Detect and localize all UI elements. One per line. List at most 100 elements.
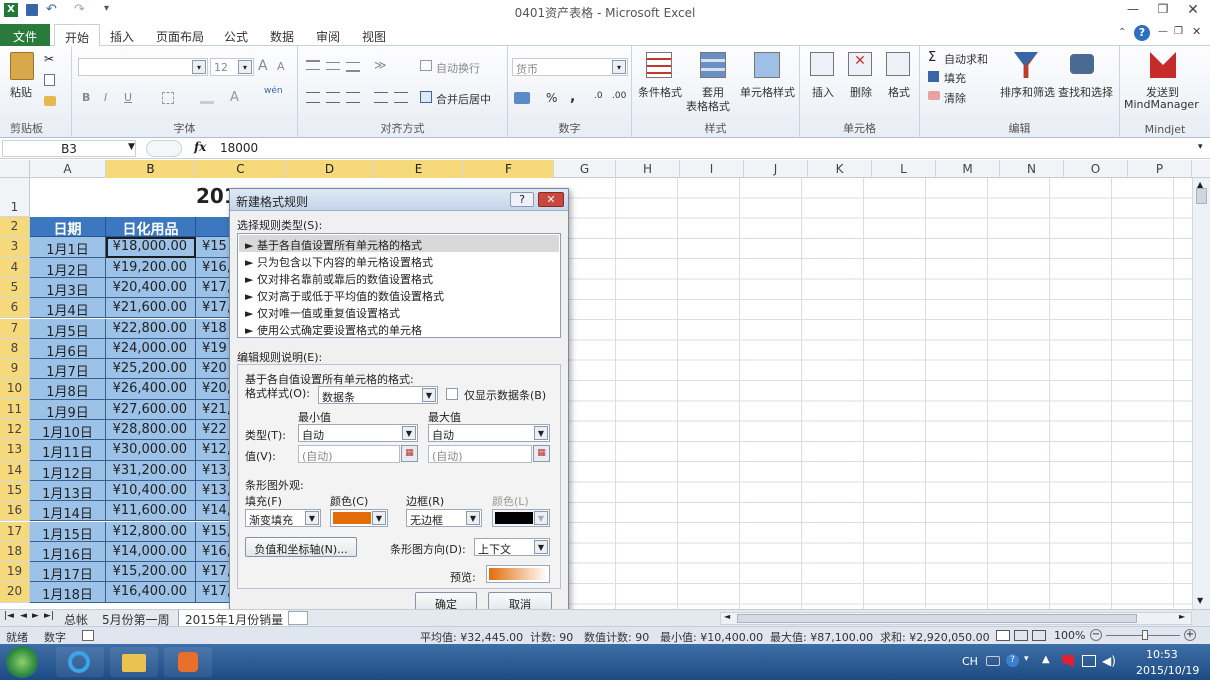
zoom-slider-thumb[interactable]	[1142, 630, 1148, 640]
row-header[interactable]: 2	[0, 217, 30, 238]
date-cell[interactable]: 1月1日	[30, 237, 106, 258]
shrink-font-button[interactable]: A	[277, 60, 285, 73]
percent-button[interactable]: %	[546, 91, 557, 105]
conditional-formatting-icon[interactable]	[646, 52, 672, 78]
formula-bar-expand-icon[interactable]	[146, 140, 182, 157]
date-cell[interactable]: 1月16日	[30, 541, 106, 563]
tab-view[interactable]: 视图	[352, 24, 396, 46]
date-cell[interactable]: 1月13日	[30, 480, 106, 502]
row-header[interactable]: 8	[0, 338, 30, 360]
rule-type-list[interactable]: ► 基于各自值设置所有单元格的格式 ► 只为包含以下内容的单元格设置格式 ► 仅…	[237, 233, 561, 338]
decrease-decimal-icon[interactable]: .00	[612, 91, 626, 101]
max-type-select[interactable]: 自动 ▼	[428, 424, 550, 442]
align-bottom-icon[interactable]	[346, 62, 360, 72]
row-header[interactable]: 17	[0, 521, 30, 542]
tab-data[interactable]: 数据	[260, 24, 304, 46]
tab-review[interactable]: 审阅	[306, 24, 350, 46]
font-name-combo[interactable]: ▾	[78, 58, 208, 76]
sheet-tab[interactable]: 总帐	[58, 610, 94, 627]
amount-cell[interactable]: ¥27,600.00	[106, 399, 196, 420]
ie-taskbar-icon[interactable]	[56, 647, 104, 677]
tab-home[interactable]: 开始	[54, 24, 101, 46]
tab-insert[interactable]: 插入	[100, 24, 144, 46]
date-cell[interactable]: 1月12日	[30, 460, 106, 482]
workbook-minimize-icon[interactable]: —	[1158, 26, 1168, 37]
row-header[interactable]: 7	[0, 318, 30, 339]
bar-only-label[interactable]: 仅显示数据条(B)	[464, 387, 546, 403]
bar-only-checkbox[interactable]	[446, 388, 458, 400]
increase-decimal-icon[interactable]: .0	[594, 91, 603, 101]
name-box[interactable]: B3	[2, 140, 136, 157]
help-icon[interactable]: ?	[1134, 25, 1150, 41]
cell-picker-icon[interactable]: ▦	[533, 445, 550, 462]
row-header[interactable]: 15	[0, 480, 30, 502]
conditional-formatting-button[interactable]: 条件格式	[638, 84, 682, 100]
row-header[interactable]: 1	[0, 178, 30, 217]
network-icon[interactable]	[1082, 655, 1096, 667]
zoom-slider[interactable]	[1106, 630, 1180, 640]
row-header[interactable]: 10	[0, 379, 30, 400]
next-sheet-icon[interactable]: ►	[32, 611, 39, 621]
align-center-icon[interactable]	[326, 92, 340, 103]
insert-cells-icon[interactable]	[810, 52, 834, 76]
date-cell[interactable]: 1月10日	[30, 420, 106, 441]
paste-icon[interactable]	[10, 52, 34, 80]
find-select-icon[interactable]	[1070, 54, 1094, 74]
amount-cell[interactable]: ¥12,800.00	[106, 521, 196, 542]
row-header[interactable]: 6	[0, 298, 30, 319]
row-header[interactable]: 9	[0, 359, 30, 380]
column-header[interactable]: C	[196, 160, 286, 178]
date-cell[interactable]: 1月15日	[30, 521, 106, 543]
ime-options-icon[interactable]: ▾	[1024, 654, 1029, 664]
select-all-corner[interactable]	[0, 160, 30, 178]
date-cell[interactable]: 1月7日	[30, 359, 106, 380]
cell-styles-button[interactable]: 单元格样式	[740, 84, 795, 100]
row-header[interactable]: 11	[0, 399, 30, 420]
number-format-combo[interactable]: 货币 ▾	[512, 58, 628, 76]
clear-button[interactable]: 清除	[944, 90, 966, 106]
normal-view-icon[interactable]	[996, 630, 1010, 641]
amount-cell[interactable]: ¥14,000.00	[106, 541, 196, 563]
tab-file[interactable]: 文件	[0, 24, 50, 46]
column-header[interactable]: N	[1000, 160, 1064, 178]
amount-cell[interactable]: ¥22,800.00	[106, 318, 196, 339]
amount-cell[interactable]: ¥10,400.00	[106, 480, 196, 502]
first-sheet-icon[interactable]: |◄	[4, 611, 14, 621]
scroll-thumb[interactable]	[1196, 188, 1207, 204]
date-cell[interactable]: 1月3日	[30, 277, 106, 299]
cut-icon[interactable]: ✂	[44, 52, 54, 66]
column-header[interactable]: H	[616, 160, 680, 178]
worksheet-grid[interactable]: 1 201 2 日期 日化用品 3 1月1日 ¥18,000.00 ¥15 4 1月2日 ¥…	[0, 178, 1192, 609]
format-cells-icon[interactable]	[886, 52, 910, 76]
amount-cell[interactable]: ¥19,200.00	[106, 257, 196, 278]
column-header[interactable]: M	[936, 160, 1000, 178]
border-type-select[interactable]: 无边框 ▼	[406, 509, 482, 527]
row-header[interactable]: 14	[0, 460, 30, 481]
cell-styles-icon[interactable]	[754, 52, 780, 78]
amount-cell[interactable]: ¥26,400.00	[106, 379, 196, 400]
last-sheet-icon[interactable]: ►|	[44, 611, 54, 621]
keyboard-icon[interactable]	[986, 656, 1000, 666]
show-hidden-icons-icon[interactable]: ▲	[1042, 654, 1050, 665]
cell-picker-icon[interactable]: ▦	[401, 445, 418, 462]
column-header[interactable]: B	[106, 160, 196, 178]
fill-type-select[interactable]: 渐变填充 ▼	[245, 509, 321, 527]
dialog-help-button[interactable]: ?	[510, 192, 534, 207]
zoom-level[interactable]: 100%	[1054, 629, 1085, 642]
scroll-left-icon[interactable]: ◄	[724, 612, 730, 621]
horizontal-scrollbar[interactable]: ◄ ►	[720, 612, 1192, 625]
tab-formulas[interactable]: 公式	[214, 24, 258, 46]
decrease-indent-icon[interactable]	[374, 92, 388, 103]
clock-time[interactable]: 10:53	[1146, 648, 1178, 661]
date-cell[interactable]: 1月4日	[30, 298, 106, 319]
merge-center-button[interactable]: 合并后居中	[436, 91, 491, 107]
name-box-dropdown-icon[interactable]: ▼	[128, 142, 135, 152]
row-header[interactable]: 18	[0, 541, 30, 563]
insert-function-icon[interactable]: fx	[194, 140, 206, 154]
sheet-tab-active[interactable]: 2015年1月份销量	[178, 610, 291, 627]
date-cell[interactable]: 1月18日	[30, 582, 106, 603]
format-as-table-line2[interactable]: 表格格式	[686, 98, 730, 114]
align-middle-icon[interactable]	[326, 62, 340, 70]
h-scroll-thumb[interactable]	[737, 614, 1137, 623]
delete-cells-icon[interactable]: ✕	[848, 52, 872, 76]
